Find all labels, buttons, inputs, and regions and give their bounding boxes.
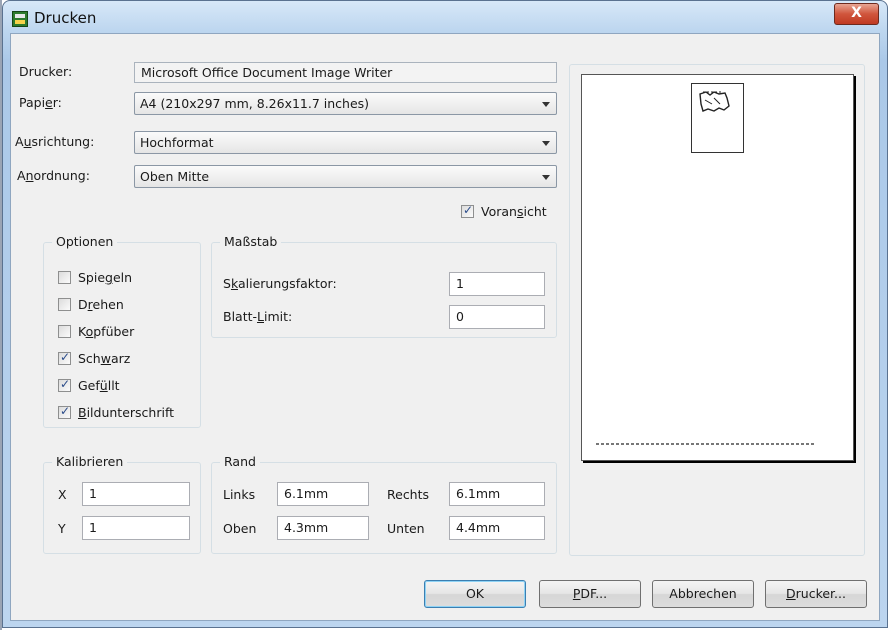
rand-title: Rand [220, 454, 260, 470]
massstab-title: Maßstab [220, 234, 282, 250]
abbrechen-button[interactable]: Abbrechen [652, 580, 754, 608]
ok-button[interactable]: OK [424, 580, 526, 608]
schwarz-checkbox[interactable]: Schwarz [58, 350, 188, 368]
blatt-limit-input[interactable]: 0 [449, 305, 545, 329]
optionen-title: Optionen [52, 234, 118, 250]
checkbox-box [58, 271, 71, 284]
anordnung-value: Oben Mitte [140, 169, 210, 184]
checkmark-icon [58, 404, 71, 419]
checkbox-box [58, 298, 71, 311]
dialog-body: Drucker: Microsoft Office Document Image… [10, 33, 880, 621]
pdf-button[interactable]: PDF... [539, 580, 641, 608]
bildunterschrift-label: Bildunterschrift [78, 405, 175, 420]
skalierungsfaktor-label: Skalierungsfaktor: [223, 276, 337, 291]
kopfueber-checkbox[interactable]: Kopfüber [58, 323, 188, 341]
schwarz-label: Schwarz [78, 351, 131, 366]
voransicht-label: Voransicht [481, 204, 547, 219]
papier-label: Papier: [19, 95, 62, 110]
papier-select[interactable]: A4 (210x297 mm, 8.26x11.7 inches) [134, 92, 557, 115]
rand-oben-input[interactable]: 4.3mm [277, 516, 369, 540]
massstab-group: Maßstab Skalierungsfaktor: 1 Blatt-Limit… [211, 234, 557, 338]
close-icon: X [851, 5, 862, 21]
skalierungsfaktor-input[interactable]: 1 [449, 272, 545, 296]
drucker-button[interactable]: Drucker... [765, 580, 867, 608]
x-label: X [58, 487, 67, 502]
links-label: Links [223, 487, 256, 502]
window-title: Drucken [34, 9, 97, 27]
anordnung-select[interactable]: Oben Mitte [134, 165, 557, 188]
close-button[interactable]: X [834, 3, 879, 25]
caption-preview-line [596, 443, 816, 445]
kalibrieren-y-input[interactable]: 1 [82, 516, 190, 540]
checkbox-box [58, 325, 71, 338]
bildunterschrift-checkbox[interactable]: Bildunterschrift [58, 404, 198, 422]
printer-app-icon [12, 11, 28, 27]
preview-drawing-icon [699, 91, 730, 112]
ausrichtung-label: Ausrichtung: [15, 134, 95, 149]
chevron-down-icon [542, 141, 550, 146]
ausrichtung-value: Hochformat [140, 135, 214, 150]
optionen-group: Optionen Spiegeln Drehen Kopfüber Schwar… [43, 234, 201, 428]
page-content-area [691, 83, 744, 153]
rand-unten-input[interactable]: 4.4mm [449, 516, 545, 540]
rechts-label: Rechts [387, 487, 430, 502]
papier-value: A4 (210x297 mm, 8.26x11.7 inches) [140, 96, 370, 111]
ausrichtung-select[interactable]: Hochformat [134, 131, 557, 154]
unten-label: Unten [387, 521, 425, 536]
rand-rechts-input[interactable]: 6.1mm [449, 482, 545, 506]
kalibrieren-x-input[interactable]: 1 [82, 482, 190, 506]
kalibrieren-title: Kalibrieren [52, 454, 128, 470]
checkmark-icon [58, 377, 71, 392]
title-bar[interactable]: Drucken X [3, 1, 887, 37]
chevron-down-icon [542, 175, 550, 180]
anordnung-label: Anordnung: [17, 168, 90, 183]
chevron-down-icon [542, 102, 550, 107]
drehen-label: Drehen [78, 297, 124, 312]
drucker-field: Microsoft Office Document Image Writer [134, 62, 557, 83]
y-label: Y [58, 521, 66, 536]
oben-label: Oben [223, 521, 257, 536]
blatt-limit-label: Blatt-Limit: [223, 309, 293, 324]
kalibrieren-group: Kalibrieren X 1 Y 1 [43, 454, 201, 554]
drucker-label: Drucker: [19, 64, 73, 79]
spiegeln-label: Spiegeln [78, 270, 133, 285]
checkmark-icon [58, 350, 71, 365]
page-preview [581, 74, 854, 461]
rand-group: Rand Links 6.1mm Rechts 6.1mm Oben 4.3mm… [211, 454, 557, 554]
gefuellt-label: Gefüllt [78, 378, 120, 393]
rand-links-input[interactable]: 6.1mm [277, 482, 369, 506]
drehen-checkbox[interactable]: Drehen [58, 296, 188, 314]
gefuellt-checkbox[interactable]: Gefüllt [58, 377, 188, 395]
spiegeln-checkbox[interactable]: Spiegeln [58, 269, 188, 287]
kopfueber-label: Kopfüber [78, 324, 135, 339]
voransicht-checkbox[interactable]: Voransicht [461, 203, 561, 221]
print-dialog: Drucken X Drucker: Microsoft Office Docu… [2, 0, 888, 628]
checkmark-icon [461, 203, 474, 218]
